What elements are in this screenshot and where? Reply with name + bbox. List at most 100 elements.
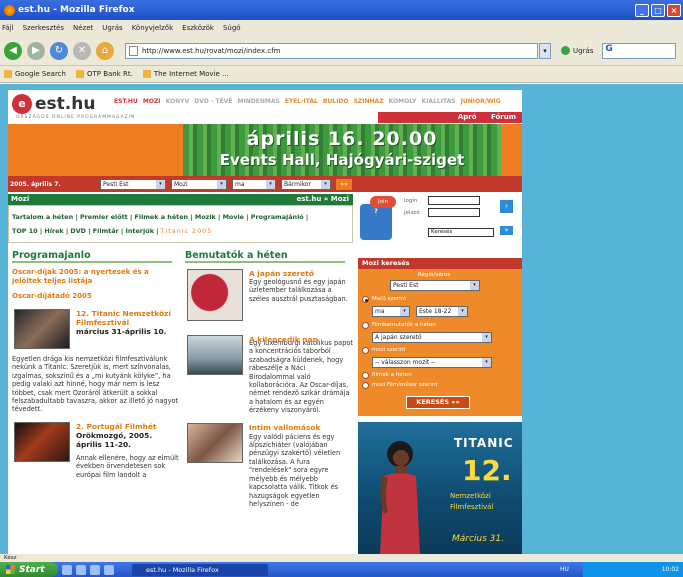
bookmark-label: The Internet Movie ... (153, 70, 229, 78)
oscar-link[interactable]: Oscar-díjak 2005: a nyertesek és a jelöl… (12, 268, 180, 286)
day-value: ma (235, 180, 245, 188)
topnav-dvd[interactable]: DVD - TÉVÉ (194, 98, 232, 105)
minimize-button[interactable]: _ (635, 3, 649, 17)
city-select[interactable]: Pesti Est ▾ (100, 178, 166, 190)
banner-date: április 16. 20.00 (246, 128, 438, 150)
topnav-szinhaz[interactable]: SZINHAZ (354, 98, 384, 105)
stop-icon[interactable]: ✕ (73, 41, 91, 60)
taskbar: Start est.hu - Mozilla Firefox HU 10:02 (0, 562, 683, 577)
category-value: Mozi (174, 180, 188, 188)
quicklaunch-icon[interactable] (90, 564, 100, 575)
topnav-junior[interactable]: JUNIOR/WIG (461, 98, 501, 105)
radio-by-day[interactable] (362, 296, 369, 303)
movie-title[interactable]: A kilencedik nap (249, 335, 351, 344)
topnav-konyv[interactable]: KONYV (166, 98, 190, 105)
join-badge[interactable]: Join (370, 196, 396, 208)
topnav-bulido[interactable]: BULIDO (323, 98, 349, 105)
forward-arrow-icon[interactable]: ▶ (27, 41, 45, 60)
movie-title[interactable]: A japán szerető (249, 269, 351, 278)
tabs-row-1[interactable]: Tartalom a héten | Premier előtt | Filme… (12, 210, 349, 224)
breadcrumb[interactable]: est.hu » Mozi (296, 194, 349, 205)
feature-item: 12. Titanic Nemzetközi Filmfesztivál már… (12, 309, 180, 353)
feature-title[interactable]: 2. Portugál Filmhét (76, 422, 176, 431)
topnav-komoly[interactable]: KOMOLY (389, 98, 417, 105)
film-select[interactable]: A japán szerető ▾ (372, 332, 492, 343)
back-arrow-icon[interactable]: ◀ (4, 41, 22, 60)
quicklaunch-icon[interactable] (76, 564, 86, 575)
subnav-apro[interactable]: Apró (458, 113, 477, 121)
home-icon[interactable]: ⌂ (96, 41, 114, 60)
cinema-select[interactable]: -- válasszon mozit -- ▾ (372, 357, 492, 368)
menu-tools[interactable]: Eszközök (182, 24, 214, 32)
language-indicator[interactable]: HU (560, 566, 569, 573)
site-search-button[interactable]: » (500, 226, 513, 235)
topnav-esthu[interactable]: EST.HU (114, 98, 138, 105)
tabs-row-2[interactable]: TOP 10 | Hírek | DVD | Filmtár | Interjú… (12, 227, 159, 235)
radio-by-program[interactable] (362, 382, 369, 389)
radio-weekly-films[interactable] (362, 372, 369, 379)
topnav-mozi[interactable]: MOZI (143, 98, 161, 105)
login-box: ? Join login jelszó › Keresés » (358, 194, 522, 254)
search-go-button[interactable]: »» (336, 178, 352, 190)
menu-edit[interactable]: Szerkesztés (23, 24, 64, 32)
time-select[interactable]: Bármikor ▾ (281, 178, 331, 190)
radio-by-film[interactable] (362, 322, 369, 329)
menu-view[interactable]: Nézet (73, 24, 93, 32)
subnav-forum[interactable]: Fórum (491, 113, 516, 121)
japan-lover-thumbnail[interactable] (187, 269, 243, 321)
reload-icon[interactable]: ↻ (50, 41, 68, 60)
site-logo[interactable]: e est.hu (12, 94, 95, 114)
go-button[interactable]: Ugrás (561, 46, 593, 55)
finder-day-select[interactable]: ma ▾ (372, 306, 410, 317)
feature-date: Orökmozgó, 2005. április 11-20. (76, 430, 153, 449)
bookmark-icon (4, 70, 12, 78)
menu-bookmarks[interactable]: Könyvjelzők (132, 24, 173, 32)
current-date: 2005. április 7. (10, 180, 61, 188)
region-select[interactable]: Pesti Est ▾ (390, 280, 480, 291)
menu-go[interactable]: Ugrás (102, 24, 122, 32)
address-bar[interactable]: http://www.est.hu/rovat/mozi/index.cfm (125, 42, 538, 59)
login-submit-button[interactable]: › (500, 200, 513, 213)
maximize-button[interactable]: □ (651, 3, 665, 17)
quicklaunch-icon[interactable] (62, 564, 72, 575)
menu-help[interactable]: Súgó (223, 24, 241, 32)
intimate-thumbnail[interactable] (187, 422, 243, 463)
feature-title[interactable]: 12. Titanic Nemzetközi Filmfesztivál (76, 309, 176, 327)
bookmark-google[interactable]: Google Search (4, 70, 66, 78)
estu-site: e est.hu ORSZÁGOS ONLINE PROGRAMMAGAZIN … (8, 90, 522, 554)
finder-search-button[interactable]: KERESÉS »» (406, 396, 470, 409)
titanic-festival-thumbnail[interactable] (14, 309, 70, 349)
finder-time-select[interactable]: Este 18-22 ▾ (416, 306, 468, 317)
site-search-input[interactable]: Keresés (428, 228, 494, 237)
banner-venue: Events Hall, Hajógyári-sziget (219, 151, 465, 169)
topnav-kiallitas[interactable]: KIALLITAS (422, 98, 456, 105)
day-select[interactable]: ma ▾ (232, 178, 276, 190)
event-banner[interactable]: április 16. 20.00 Events Hall, Hajógyári… (183, 124, 501, 176)
movie-item: Intim vallomások (185, 422, 353, 463)
menu-file[interactable]: Fájl (2, 24, 14, 32)
close-button[interactable]: × (667, 3, 681, 17)
taskbar-firefox-window[interactable]: est.hu - Mozilla Firefox (132, 563, 268, 576)
chevron-down-icon: ▾ (266, 179, 275, 189)
ninth-day-thumbnail[interactable] (187, 335, 243, 375)
search-box[interactable]: G (602, 42, 677, 59)
start-button[interactable]: Start (0, 562, 58, 577)
section-title: Mozi (11, 195, 30, 203)
topnav-etel-ital[interactable]: ETEL-ITAL (285, 98, 318, 105)
bookmark-otp[interactable]: OTP Bank Rt. (75, 70, 133, 78)
category-select[interactable]: Mozi ▾ (171, 178, 227, 190)
quicklaunch-icon[interactable] (104, 564, 114, 575)
bookmark-imdb[interactable]: The Internet Movie ... (142, 70, 229, 78)
tab-titanic[interactable]: Titanic 2005 (161, 227, 213, 235)
portuguese-week-thumbnail[interactable] (14, 421, 70, 462)
banner-left-strip (8, 124, 183, 176)
oscar-ceremony-link[interactable]: Oscar-díjátadó 2005 (12, 292, 180, 301)
login-input[interactable] (428, 196, 480, 205)
topnav-mindenmas[interactable]: MINDENMAS (238, 98, 280, 105)
radio-by-cinema[interactable] (362, 347, 369, 354)
address-dropdown-icon[interactable]: ▾ (539, 42, 551, 59)
movie-title[interactable]: Intim vallomások (249, 423, 351, 432)
password-input[interactable] (428, 208, 480, 217)
titanic-festival-ad[interactable]: TITANIC 12. Nemzetközi Filmfesztivál Már… (358, 422, 522, 554)
clock[interactable]: 10:02 (662, 566, 679, 573)
